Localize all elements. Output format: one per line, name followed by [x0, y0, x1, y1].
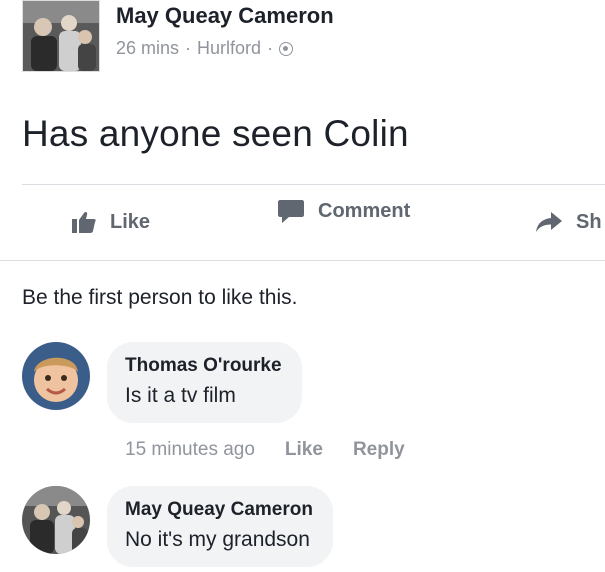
post-body-text: Has anyone seen Colin: [22, 113, 409, 154]
post-author-name[interactable]: May Queay Cameron: [116, 2, 334, 30]
speech-bubble-icon: [278, 200, 304, 224]
share-label: Sh: [576, 210, 602, 233]
comment-author[interactable]: May Queay Cameron: [125, 497, 313, 523]
post-location[interactable]: Hurlford: [197, 38, 261, 59]
comment-content: May Queay Cameron No it's my grandson: [107, 486, 333, 567]
comment-like-link[interactable]: Like: [285, 439, 323, 461]
meta-separator: ·: [185, 38, 192, 58]
comment-author[interactable]: Thomas O'rourke: [125, 353, 282, 379]
post-header-text: May Queay Cameron 26 mins · Hurlford ·: [116, 2, 334, 59]
like-summary: Be the first person to like this.: [22, 286, 298, 309]
author-avatar[interactable]: [22, 0, 100, 72]
share-button[interactable]: Sh: [536, 200, 602, 244]
commenter-avatar[interactable]: [22, 486, 90, 554]
divider: [0, 260, 605, 261]
comment-content: Thomas O'rourke Is it a tv film 15 minut…: [107, 342, 405, 461]
comment-button[interactable]: Comment: [278, 200, 410, 244]
comment-timestamp[interactable]: 15 minutes ago: [125, 439, 255, 461]
comment-item: Thomas O'rourke Is it a tv film 15 minut…: [22, 342, 405, 461]
meta-separator-2: ·: [267, 38, 274, 58]
facebook-post: May Queay Cameron 26 mins · Hurlford · H…: [0, 0, 605, 572]
comment-actions: 15 minutes ago Like Reply: [125, 439, 405, 461]
post-action-bar: Like Comment Sh: [0, 200, 605, 244]
post-header: May Queay Cameron 26 mins · Hurlford ·: [22, 0, 334, 72]
share-arrow-icon: [536, 212, 562, 232]
divider: [22, 184, 605, 185]
comment-reply-link[interactable]: Reply: [353, 439, 405, 461]
comment-bubble: Thomas O'rourke Is it a tv film: [107, 342, 302, 423]
comment-bubble: May Queay Cameron No it's my grandson: [107, 486, 333, 567]
comment-text: No it's my grandson: [125, 528, 310, 551]
globe-icon: [279, 41, 294, 56]
comment-text: Is it a tv film: [125, 384, 236, 407]
commenter-avatar[interactable]: [22, 342, 90, 410]
like-label: Like: [110, 210, 151, 233]
post-meta: 26 mins · Hurlford ·: [116, 38, 334, 59]
post-time[interactable]: 26 mins: [116, 38, 179, 59]
comment-item: May Queay Cameron No it's my grandson: [22, 486, 333, 567]
thumbs-up-icon: [72, 211, 96, 233]
like-button[interactable]: Like: [72, 200, 150, 244]
comment-label: Comment: [318, 200, 411, 222]
